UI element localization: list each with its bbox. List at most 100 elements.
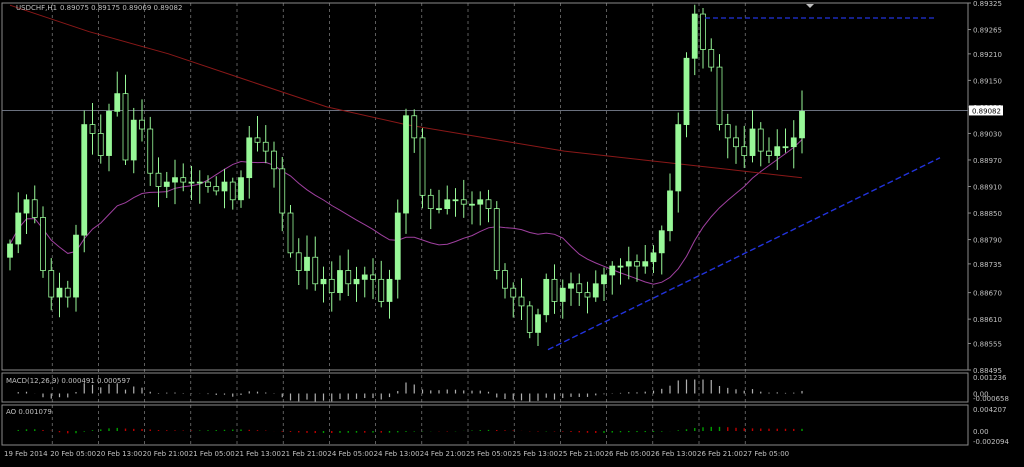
x-tick-label: 21 Feb 21:00 (281, 450, 327, 458)
y-tick-label: 0.89325 (973, 0, 1002, 8)
candle-body (724, 124, 731, 139)
candle-body (279, 168, 286, 214)
candle-body (73, 234, 79, 298)
candle-body (749, 128, 756, 156)
candle-body (262, 141, 269, 152)
candle-body (386, 278, 393, 302)
ohlc-label: 0.89075 0.89175 0.89069 0.89082 (60, 4, 182, 12)
candle-body (543, 278, 550, 316)
chart-canvas[interactable]: 0.0012360.00-0.000658 0.004207 0.00 -0.002… (0, 0, 1024, 463)
x-tick-label: 24 Feb 21:00 (420, 450, 466, 458)
y-tick-label: 0.88555 (973, 340, 1002, 348)
ao-label: AO 0.001079 (6, 408, 52, 416)
candle-body (180, 177, 187, 183)
candle-body (378, 278, 385, 302)
candle-body (81, 124, 88, 236)
x-tick-label: 25 Feb 05:00 (466, 450, 512, 458)
x-tick-label: 20 Feb 05:00 (50, 450, 96, 458)
candle-body (345, 270, 352, 285)
candle-body (609, 265, 616, 276)
candle-body (122, 93, 129, 161)
candle-body (766, 150, 772, 156)
candle-body (370, 274, 376, 280)
candle-body (708, 49, 715, 68)
candle-body (518, 296, 525, 307)
current-price-label: 0.89082 (972, 107, 1001, 115)
candle-body (97, 133, 104, 156)
grid (1, 2, 969, 446)
candle-body (403, 115, 409, 214)
candle-body (221, 181, 228, 192)
chart-window[interactable]: 0.001236 0.00 -0.000658 0.004207 0.00 -0.002… (0, 0, 1024, 463)
candle-body (535, 314, 541, 333)
symbol-label: USDCHF,H1 (16, 4, 57, 12)
candle-body (295, 252, 302, 271)
candle-body (213, 186, 220, 192)
candle-body (485, 199, 492, 210)
x-tick-label: 26 Feb 21:00 (697, 450, 743, 458)
candle-body (559, 287, 566, 302)
candle-body (64, 287, 71, 298)
candle-body (205, 181, 211, 187)
y-tick-label: 0.88495 (973, 367, 1002, 375)
candle-body (782, 146, 789, 149)
candle-body (790, 137, 797, 148)
candle-body (254, 137, 261, 143)
x-tick-label: 26 Feb 13:00 (651, 450, 697, 458)
x-tick-label: 24 Feb 05:00 (327, 450, 373, 458)
candle-body (469, 203, 475, 206)
y-tick-label: 0.88610 (973, 316, 1002, 324)
pane-frame (1, 372, 969, 403)
candle-body (592, 283, 599, 298)
candle-body (683, 57, 690, 125)
candle-body (526, 305, 533, 333)
candle-body (188, 181, 195, 184)
candle-body (642, 261, 649, 267)
candle-body (31, 199, 38, 218)
candle-body (601, 274, 607, 285)
candle-body (106, 110, 112, 156)
candle-body (147, 128, 154, 174)
macd-label: MACD(12,26,9) 0.000491 0.000597 (6, 377, 130, 385)
candle-body (551, 278, 558, 302)
ao-tick-label: 0.004207 (973, 406, 1006, 414)
candle-body (733, 137, 739, 148)
candle-body (139, 119, 145, 130)
candle-body (741, 146, 748, 156)
candle-body (287, 212, 294, 254)
candle-body (691, 13, 698, 59)
candle-body (700, 13, 706, 50)
pane-frame (1, 404, 969, 446)
y-tick-label: 0.88970 (973, 157, 1002, 165)
candle-body (114, 93, 121, 112)
candle-body (584, 292, 591, 298)
candle-body (23, 199, 30, 214)
candle-body (361, 274, 368, 280)
x-tick-label: 25 Feb 21:00 (558, 450, 604, 458)
candle-body (411, 115, 418, 139)
candle-body (774, 146, 781, 156)
candle-body (419, 137, 426, 196)
candle-body (477, 199, 484, 205)
macd-tick-label: 0.001236 (973, 374, 1007, 382)
candle-body (427, 194, 434, 210)
candle-body (799, 110, 805, 139)
candle-body (460, 199, 467, 205)
candle-body (238, 177, 244, 201)
candle-body (650, 252, 657, 263)
candle-body (510, 287, 517, 298)
x-tick-label: 19 Feb 2014 (4, 450, 48, 458)
y-tick-label: 0.89150 (973, 77, 1002, 85)
x-tick-label: 27 Feb 05:00 (743, 450, 789, 458)
ao-tick-label: 0.00 (973, 428, 989, 436)
scroll-marker-icon (806, 4, 814, 8)
x-tick-label: 25 Feb 13:00 (512, 450, 558, 458)
pane-frame (1, 2, 969, 371)
candle-body (271, 150, 277, 170)
candle-body (568, 283, 574, 289)
candle-body (15, 212, 22, 245)
ao-tick-label: -0.002094 (973, 438, 1009, 446)
y-tick-label: 0.88910 (973, 184, 1002, 192)
candle-body (328, 278, 335, 294)
candle-body (7, 243, 13, 258)
